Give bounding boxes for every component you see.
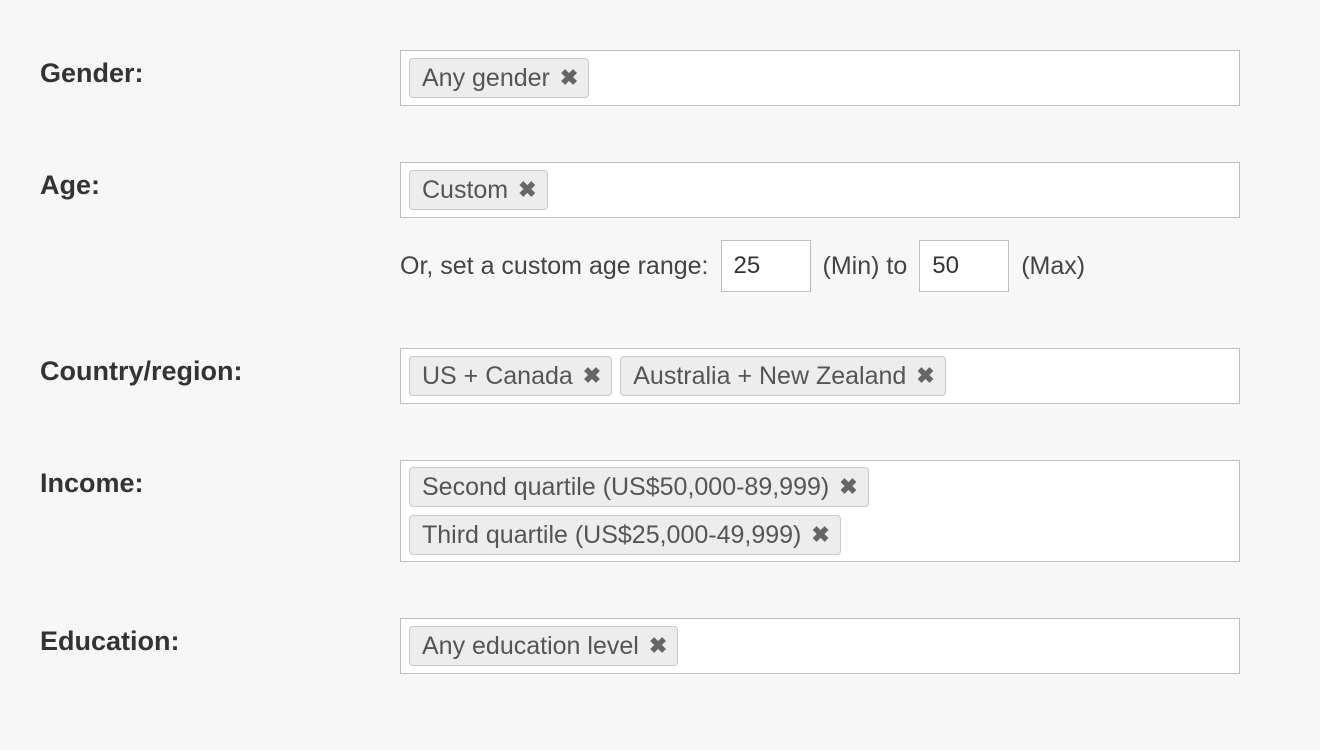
age-max-input[interactable] xyxy=(919,240,1009,292)
income-tag-0[interactable]: Second quartile (US$50,000-89,999) ✖ xyxy=(409,467,869,507)
label-age: Age: xyxy=(40,162,400,201)
label-education: Education: xyxy=(40,618,400,657)
demographic-filter-form: Gender: Any gender ✖ Age: Custom ✖ Or, s… xyxy=(0,0,1320,714)
age-min-input[interactable] xyxy=(721,240,811,292)
country-tag-1[interactable]: Australia + New Zealand ✖ xyxy=(620,356,946,396)
row-gender: Gender: Any gender ✖ xyxy=(40,50,1280,106)
close-icon[interactable]: ✖ xyxy=(649,635,667,657)
gender-tag-input[interactable]: Any gender ✖ xyxy=(400,50,1240,106)
label-income: Income: xyxy=(40,460,400,499)
field-col-age: Custom ✖ Or, set a custom age range: (Mi… xyxy=(400,162,1280,292)
close-icon[interactable]: ✖ xyxy=(916,365,934,387)
tag-label: Second quartile (US$50,000-89,999) xyxy=(422,472,829,502)
label-gender: Gender: xyxy=(40,50,400,89)
row-age: Age: Custom ✖ Or, set a custom age range… xyxy=(40,162,1280,292)
label-country: Country/region: xyxy=(40,348,400,387)
education-tag-input[interactable]: Any education level ✖ xyxy=(400,618,1240,674)
country-tag-0[interactable]: US + Canada ✖ xyxy=(409,356,612,396)
age-tag-input[interactable]: Custom ✖ xyxy=(400,162,1240,218)
close-icon[interactable]: ✖ xyxy=(839,476,857,498)
close-icon[interactable]: ✖ xyxy=(583,365,601,387)
close-icon[interactable]: ✖ xyxy=(811,524,829,546)
close-icon[interactable]: ✖ xyxy=(518,179,536,201)
age-min-label: (Min) to xyxy=(823,252,908,281)
age-custom-range: Or, set a custom age range: (Min) to (Ma… xyxy=(400,240,1280,292)
country-tag-input[interactable]: US + Canada ✖ Australia + New Zealand ✖ xyxy=(400,348,1240,404)
row-country: Country/region: US + Canada ✖ Australia … xyxy=(40,348,1280,404)
tag-label: Custom xyxy=(422,175,508,205)
row-income: Income: Second quartile (US$50,000-89,99… xyxy=(40,460,1280,562)
field-col-education: Any education level ✖ xyxy=(400,618,1280,674)
income-tag-1[interactable]: Third quartile (US$25,000-49,999) ✖ xyxy=(409,515,841,555)
tag-label: Any gender xyxy=(422,63,550,93)
field-col-gender: Any gender ✖ xyxy=(400,50,1280,106)
field-col-income: Second quartile (US$50,000-89,999) ✖ Thi… xyxy=(400,460,1280,562)
income-tag-input[interactable]: Second quartile (US$50,000-89,999) ✖ Thi… xyxy=(400,460,1240,562)
age-custom-prompt: Or, set a custom age range: xyxy=(400,252,709,281)
tag-label: US + Canada xyxy=(422,361,573,391)
close-icon[interactable]: ✖ xyxy=(560,67,578,89)
tag-label: Australia + New Zealand xyxy=(633,361,906,391)
row-education: Education: Any education level ✖ xyxy=(40,618,1280,674)
tag-label: Any education level xyxy=(422,631,639,661)
gender-tag-0[interactable]: Any gender ✖ xyxy=(409,58,589,98)
age-tag-0[interactable]: Custom ✖ xyxy=(409,170,548,210)
education-tag-0[interactable]: Any education level ✖ xyxy=(409,626,678,666)
tag-label: Third quartile (US$25,000-49,999) xyxy=(422,520,801,550)
age-max-label: (Max) xyxy=(1021,252,1085,281)
field-col-country: US + Canada ✖ Australia + New Zealand ✖ xyxy=(400,348,1280,404)
